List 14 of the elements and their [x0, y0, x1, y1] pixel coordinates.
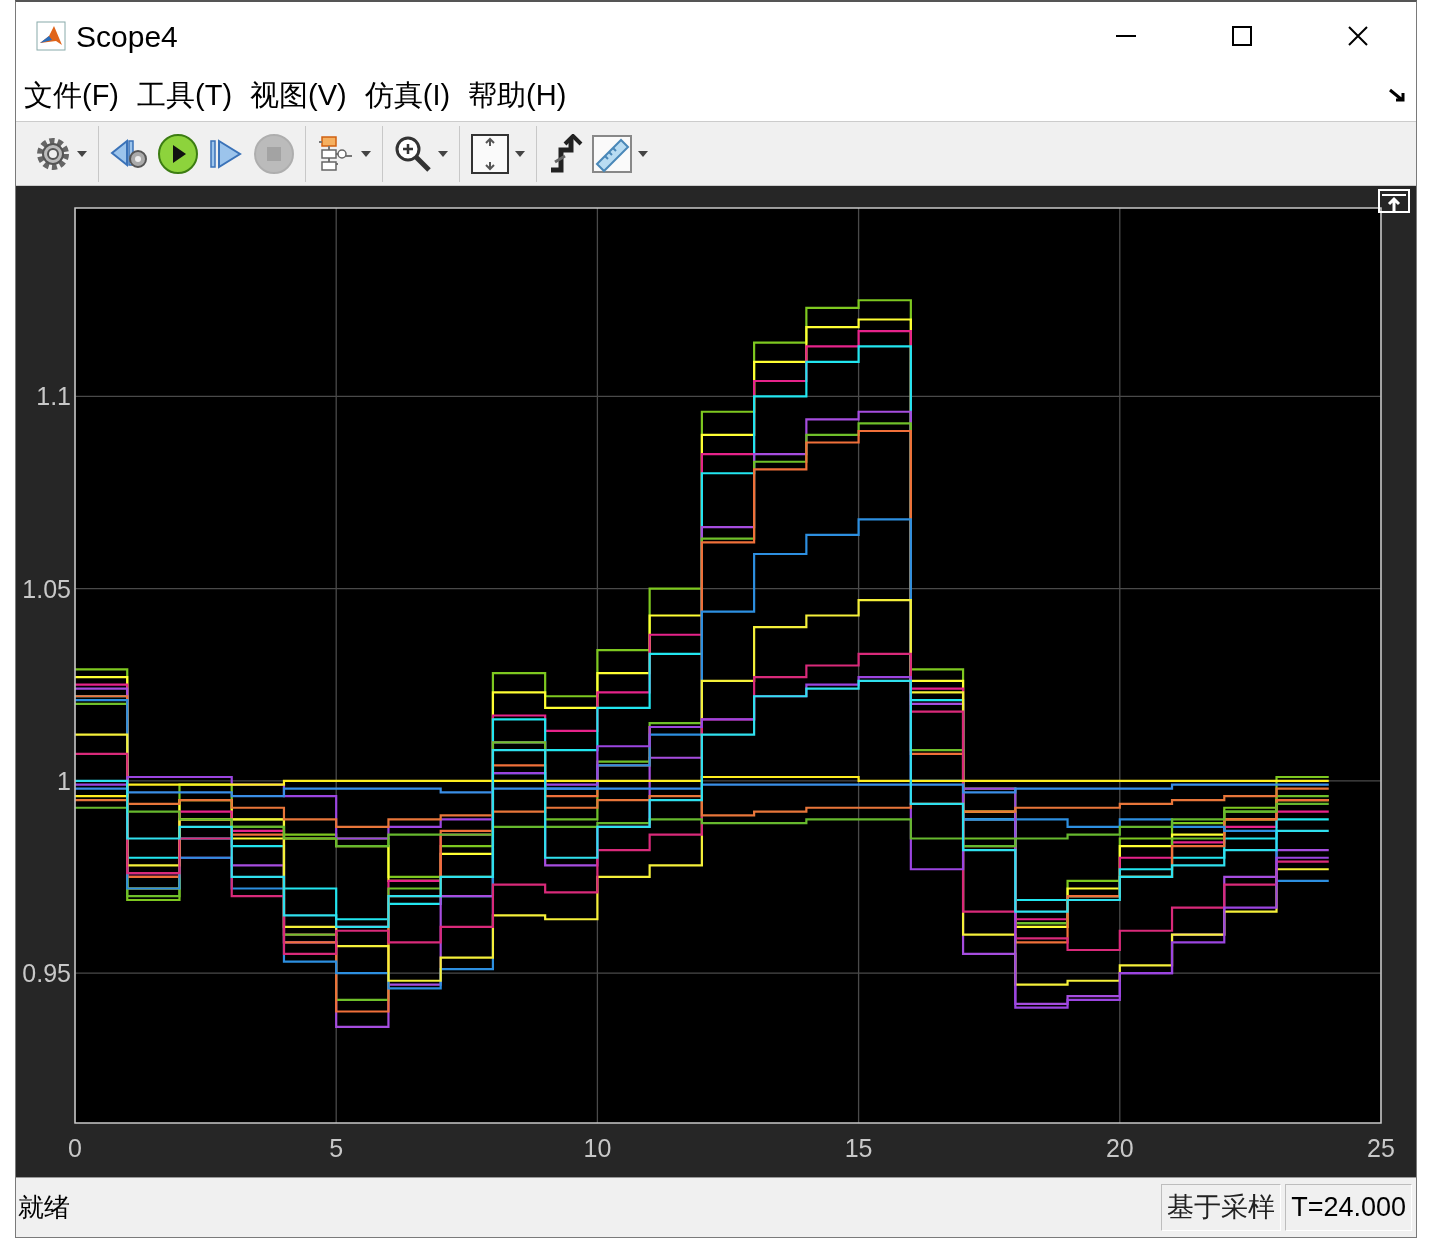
y-tick-label: 1: [57, 766, 71, 795]
x-tick-label: 0: [68, 1134, 82, 1162]
y-tick-label: 0.95: [22, 959, 71, 988]
x-tick-label: 15: [844, 1134, 873, 1162]
y-tick-label: 1.05: [22, 574, 71, 603]
x-tick-label: 5: [329, 1134, 344, 1162]
mode-indicator: 基于采样: [1161, 1184, 1282, 1231]
time-indicator: T=24.000: [1285, 1184, 1412, 1231]
y-tick-label: 1.1: [36, 382, 71, 411]
window-title: Scope4: [76, 18, 178, 55]
x-tick-label: 20: [1105, 1134, 1134, 1162]
x-tick-label: 25: [1367, 1134, 1395, 1162]
x-tick-label: 10: [583, 1134, 612, 1162]
status-message: 就绪: [18, 1191, 71, 1224]
